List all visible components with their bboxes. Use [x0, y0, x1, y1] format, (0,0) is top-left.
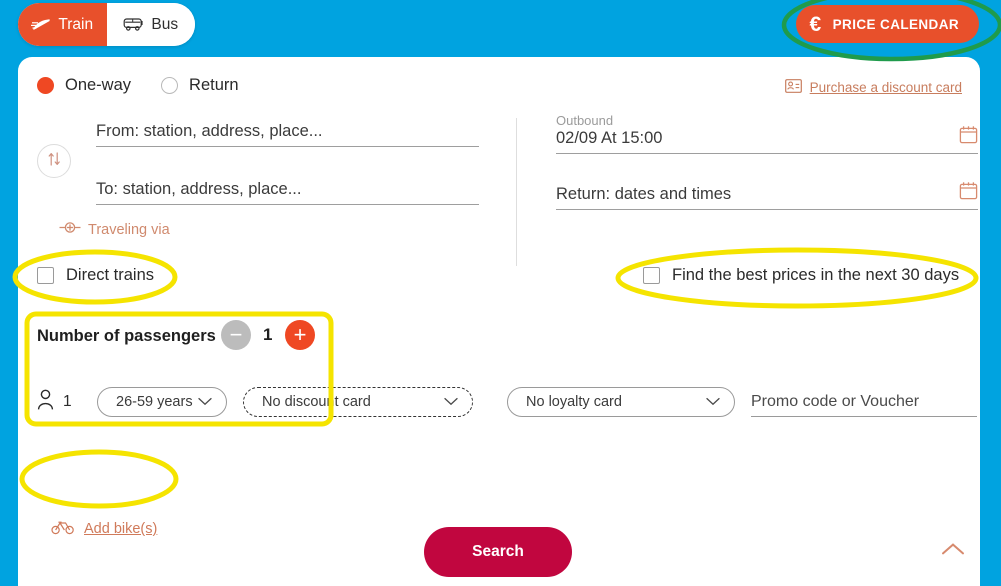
passenger-age-value: 26-59 years	[116, 394, 193, 410]
promo-code-input[interactable]: Promo code or Voucher	[751, 387, 977, 417]
add-bikes-label: Add bike(s)	[84, 521, 158, 537]
chevron-up-icon[interactable]	[941, 542, 965, 561]
person-icon	[37, 389, 54, 416]
swap-vertical-icon	[47, 151, 62, 172]
loyalty-card-value: No loyalty card	[526, 394, 622, 410]
dates-block: Outbound 02/09 At 15:00 Return: dates an…	[556, 113, 978, 210]
radio-return[interactable]: Return	[161, 76, 239, 95]
promo-code-placeholder: Promo code or Voucher	[751, 393, 920, 410]
discount-card-select[interactable]: No discount card	[243, 387, 473, 417]
passenger-index-group: 1	[37, 389, 97, 416]
radio-return-dot	[161, 77, 179, 94]
outbound-date-field[interactable]: Outbound 02/09 At 15:00	[556, 113, 978, 154]
best-prices-label: Find the best prices in the next 30 days	[672, 266, 960, 284]
return-date-field[interactable]: Return: dates and times	[556, 182, 978, 210]
transport-mode-tabs: Train Bus	[18, 3, 195, 46]
plus-target-icon	[59, 221, 81, 238]
search-form-card: One-way Return Purchase a discount card	[18, 57, 980, 586]
best-prices-checkbox-box	[643, 267, 660, 284]
discount-card-icon	[784, 79, 802, 96]
outbound-value: 02/09 At 15:00	[556, 129, 978, 154]
add-bikes-link[interactable]: Add bike(s)	[51, 519, 157, 539]
swap-stations-button[interactable]	[37, 144, 71, 178]
passenger-row: 1 26-59 years No discount card No loyalt…	[37, 387, 977, 417]
calendar-icon-return[interactable]	[959, 181, 978, 205]
tab-bus[interactable]: Bus	[106, 3, 195, 46]
train-icon	[31, 17, 51, 32]
from-input[interactable]: From: station, address, place...	[96, 117, 479, 147]
direct-trains-label: Direct trains	[66, 266, 155, 284]
passengers-count: 1	[263, 325, 273, 344]
chevron-down-icon-loyalty	[706, 394, 720, 410]
best-prices-checkbox[interactable]: Find the best prices in the next 30 days	[643, 266, 959, 285]
direct-trains-checkbox-box	[37, 267, 54, 284]
tab-train[interactable]: Train	[18, 3, 107, 46]
direct-trains-checkbox[interactable]: Direct trains	[37, 266, 154, 285]
search-button[interactable]: Search	[424, 527, 572, 577]
price-calendar-button[interactable]: € PRICE CALENDAR	[795, 5, 979, 43]
traveling-via-link[interactable]: Traveling via	[59, 221, 170, 238]
to-input-placeholder: To: station, address, place...	[96, 180, 302, 198]
traveling-via-label: Traveling via	[88, 221, 170, 238]
radio-one-way[interactable]: One-way	[37, 76, 131, 95]
purchase-discount-card-label: Purchase a discount card	[809, 80, 962, 95]
increment-passengers-button[interactable]: +	[285, 320, 315, 350]
passenger-index-label: 1	[63, 393, 72, 410]
chevron-down-icon-discount	[444, 394, 458, 410]
tab-bus-label: Bus	[151, 15, 179, 33]
price-calendar-label: PRICE CALENDAR	[832, 16, 959, 32]
chevron-down-icon-age	[198, 394, 212, 410]
passengers-title: Number of passengers	[37, 327, 216, 345]
radio-return-label: Return	[189, 76, 239, 94]
bike-icon	[51, 519, 75, 539]
passenger-age-select[interactable]: 26-59 years	[97, 387, 227, 417]
bus-icon	[123, 17, 144, 32]
radio-one-way-dot	[37, 77, 54, 94]
return-placeholder: Return: dates and times	[556, 185, 978, 210]
decrement-passengers-button[interactable]: −	[221, 320, 251, 350]
trip-type-radio-group: One-way Return	[37, 76, 239, 95]
purchase-discount-card-link[interactable]: Purchase a discount card	[784, 79, 962, 96]
calendar-icon-outbound[interactable]	[959, 125, 978, 149]
form-divider	[516, 118, 517, 266]
from-input-placeholder: From: station, address, place...	[96, 122, 323, 140]
to-input[interactable]: To: station, address, place...	[96, 175, 479, 205]
radio-one-way-label: One-way	[65, 76, 132, 94]
euro-icon: €	[809, 12, 822, 36]
loyalty-card-select[interactable]: No loyalty card	[507, 387, 735, 417]
tab-train-label: Train	[58, 15, 94, 33]
outbound-label: Outbound	[556, 113, 614, 128]
discount-card-value: No discount card	[262, 394, 371, 410]
